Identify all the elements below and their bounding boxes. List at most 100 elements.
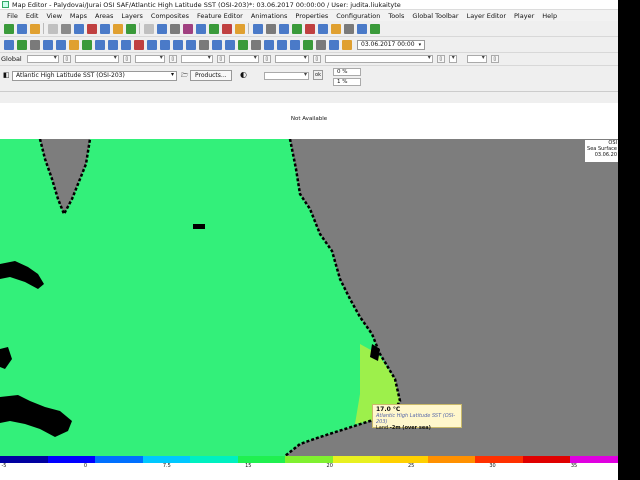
toolbar-tool-icon[interactable] [169,23,180,34]
date-select[interactable]: 03.06.2017 00:00 ▾ [357,39,426,50]
layer-tool-icon[interactable] [276,39,287,50]
menu-item-areas[interactable]: Areas [91,12,117,20]
lock-icon[interactable]: ▯ [168,55,177,63]
lock-icon[interactable]: ▯ [62,55,71,63]
folder-icon[interactable]: 🗁 [181,71,188,81]
layer-tool-icon[interactable] [289,39,300,50]
toolbar-tool-icon[interactable] [208,23,219,34]
layer-tool-icon[interactable] [68,39,79,50]
layer-tool-icon[interactable] [237,39,248,50]
menu-item-feature-editor[interactable]: Feature Editor [193,12,247,20]
toolbar-tool-icon[interactable] [47,23,58,34]
property-combo-6[interactable] [324,54,433,63]
toolbar-tool-icon[interactable] [278,23,289,34]
layer-tool-icon[interactable] [263,39,274,50]
toolbar-tool-icon[interactable] [182,23,193,34]
toolbar-tool-icon[interactable] [125,23,136,34]
toolbar-tool-icon[interactable] [156,23,167,34]
menu-item-layers[interactable]: Layers [117,12,147,20]
layer-tool-icon[interactable] [146,39,157,50]
toolbar-tool-icon[interactable] [265,23,276,34]
menu-item-edit[interactable]: Edit [22,12,43,20]
layer-tool-icon[interactable] [133,39,144,50]
menu-item-configuration[interactable]: Configuration [332,12,384,20]
lock-icon[interactable]: ▯ [216,55,225,63]
ok-icon[interactable]: ok [313,70,323,80]
layer-tool-icon[interactable] [198,39,209,50]
style-combo[interactable] [264,71,309,80]
layer-tool-icon[interactable] [120,39,131,50]
menu-item-properties[interactable]: Properties [291,12,332,20]
toolbar-tool-icon[interactable] [99,23,110,34]
layer-tool-icon[interactable] [250,39,261,50]
lock-icon[interactable]: ▯ [312,55,321,63]
toolbar-tool-icon[interactable] [343,23,354,34]
property-combo-1[interactable] [74,54,119,63]
toolbar-tool-icon[interactable] [317,23,328,34]
property-combo-5[interactable] [274,54,309,63]
toolbar-tool-icon[interactable] [356,23,367,34]
palette-icon[interactable]: ◐ [240,70,247,79]
color-scale-tick-label: 15 [245,463,252,469]
menu-item-view[interactable]: View [42,12,65,20]
menu-item-file[interactable]: File [3,12,22,20]
menu-item-player[interactable]: Player [510,12,538,20]
menu-item-composites[interactable]: Composites [147,12,193,20]
layer-tool-icon[interactable] [211,39,222,50]
map-view[interactable]: OSI Sea Surface 03.06.20 17.0 °C Atlanti… [0,139,618,456]
toolbar-tool-icon[interactable] [221,23,232,34]
lock-icon[interactable]: ▯ [262,55,271,63]
layer-tool-icon[interactable] [341,39,352,50]
layer-tool-icon[interactable] [315,39,326,50]
menu-item-animations[interactable]: Animations [247,12,292,20]
lock-icon[interactable]: ▯ [122,55,131,63]
layer-tool-icon[interactable] [29,39,40,50]
property-combo-4[interactable] [228,54,259,63]
toolbar-tool-icon[interactable] [304,23,315,34]
menu-item-layer-editor[interactable]: Layer Editor [463,12,510,20]
menu-item-tools[interactable]: Tools [384,12,408,20]
opacity-field-1[interactable]: 0 % [333,68,361,76]
menu-item-maps[interactable]: Maps [66,12,91,20]
toolbar-tool-icon[interactable] [234,23,245,34]
property-combo-2[interactable] [134,54,165,63]
layer-tool-icon[interactable] [42,39,53,50]
property-combo-3[interactable] [180,54,213,63]
lock-icon[interactable]: ▯ [490,55,499,63]
toolbar-tool-icon[interactable] [143,23,154,34]
lock-icon[interactable]: ▯ [436,55,445,63]
scope-combo[interactable] [26,54,59,63]
layer-tool-icon[interactable] [302,39,313,50]
layer-tool-icon[interactable] [185,39,196,50]
opacity-field-2[interactable]: 1 % [333,78,361,86]
layer-tool-icon[interactable] [224,39,235,50]
property-combo-8[interactable] [466,54,487,63]
toolbar-tool-icon[interactable] [252,23,263,34]
products-button[interactable]: Products... [190,70,232,81]
layer-tool-icon[interactable] [16,39,27,50]
toolbar-tool-icon[interactable] [60,23,71,34]
toolbar-tool-icon[interactable] [16,23,27,34]
toolbar-tool-icon[interactable] [291,23,302,34]
toolbar-tool-icon[interactable] [3,23,14,34]
layer-tool-icon[interactable] [94,39,105,50]
menu-item-help[interactable]: Help [538,12,561,20]
toolbar-tool-icon[interactable] [330,23,341,34]
layer-tool-icon[interactable] [81,39,92,50]
layer-tool-icon[interactable] [159,39,170,50]
toolbar-tool-icon[interactable] [195,23,206,34]
layer-tool-icon[interactable] [107,39,118,50]
toolbar-tool-icon[interactable] [369,23,380,34]
menu-item-global-toolbar[interactable]: Global Toolbar [408,12,462,20]
toolbar-tool-icon[interactable] [86,23,97,34]
toolbar-tool-icon[interactable] [112,23,123,34]
layer-tool-icon[interactable] [55,39,66,50]
layer-tool-icon[interactable] [3,39,14,50]
layer-tool-icon[interactable] [172,39,183,50]
layer-tool-icon[interactable] [328,39,339,50]
layer-select[interactable]: Atlantic High Latitude SST (OSI-203) [12,71,177,81]
toolbar-tool-icon[interactable] [29,23,40,34]
toolbar-tool-icon[interactable] [73,23,84,34]
property-combo-7[interactable] [448,54,457,63]
map-canvas[interactable] [0,139,618,456]
